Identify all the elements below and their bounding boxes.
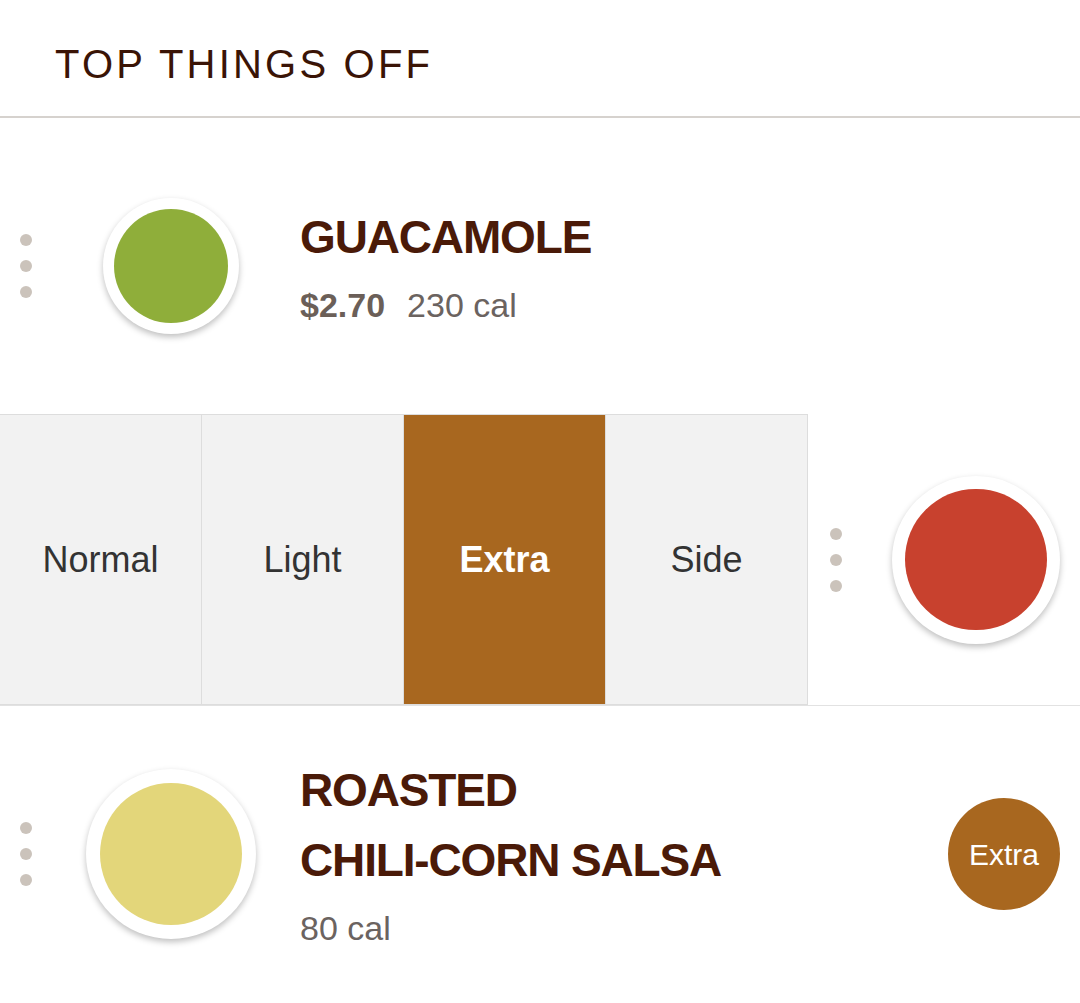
portion-options: NormalLightExtraSide [0, 414, 808, 705]
portion-option[interactable]: Extra [404, 414, 606, 705]
topping-price: $2.70 [300, 280, 385, 331]
swiped-row[interactable]: NormalLightExtraSide [0, 414, 1080, 706]
section-header: TOP THINGS OFF [0, 0, 1080, 118]
drag-handle-icon[interactable] [20, 822, 34, 886]
portion-badge[interactable]: Extra [948, 798, 1060, 910]
topping-name: GUACAMOLE [300, 202, 591, 272]
portion-option[interactable]: Side [606, 414, 808, 705]
portion-option[interactable]: Normal [0, 414, 202, 705]
drag-handle-icon[interactable] [830, 528, 844, 592]
food-image [86, 769, 256, 939]
drag-handle-icon[interactable] [20, 234, 34, 298]
topping-row[interactable]: ROASTEDCHILI-CORN SALSA 80 cal Extra [0, 706, 1080, 1002]
topping-calories: 80 cal [300, 903, 391, 954]
food-image [892, 476, 1060, 644]
topping-row[interactable]: GUACAMOLE $2.70 230 cal [0, 118, 1080, 414]
toppings-screen: TOP THINGS OFF GUACAMOLE $2.70 230 cal Norma… [0, 0, 1080, 1003]
food-image [103, 198, 239, 334]
portion-option[interactable]: Light [202, 414, 404, 705]
topping-name: ROASTEDCHILI-CORN SALSA [300, 755, 721, 895]
topping-calories: 230 cal [407, 280, 517, 331]
